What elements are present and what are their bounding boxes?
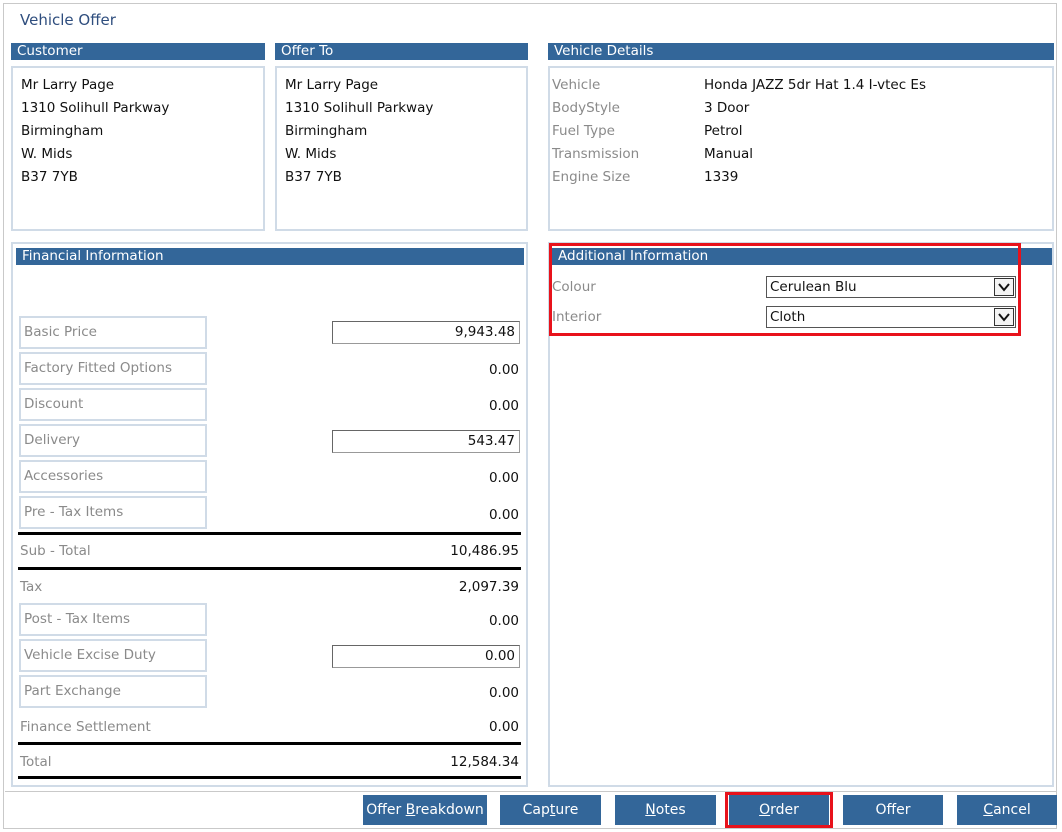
sub-total-value: 10,486.95 — [450, 543, 519, 559]
offer-to-city: Birmingham — [285, 123, 368, 139]
bodystyle-value: 3 Door — [704, 100, 750, 116]
sub-total-label: Sub - Total — [20, 543, 91, 559]
interior-select-value: Cloth — [770, 309, 806, 325]
factory-options-value: 0.00 — [488, 362, 519, 378]
offer-button[interactable]: Offer — [843, 795, 943, 825]
total-label: Total — [20, 754, 52, 770]
offer-to-header: Offer To — [275, 43, 528, 60]
part-exchange-label: Part Exchange — [19, 675, 207, 708]
vehicle-details-header: Vehicle Details — [548, 43, 1054, 60]
offer-to-panel: Mr Larry Page 1310 Solihull Parkway Birm… — [275, 66, 528, 231]
delivery-label: Delivery — [19, 424, 207, 457]
finance-settlement-label: Finance Settlement — [20, 719, 151, 735]
chevron-down-icon[interactable] — [994, 308, 1014, 326]
window-title: Vehicle Offer — [20, 11, 116, 29]
customer-city: Birmingham — [21, 123, 104, 139]
button-bar-divider — [5, 791, 1057, 792]
part-exchange-value: 0.00 — [488, 685, 519, 701]
bodystyle-label: BodyStyle — [552, 100, 620, 116]
excise-duty-input[interactable]: 0.00 — [332, 645, 520, 668]
engine-size-label: Engine Size — [552, 169, 631, 185]
customer-header: Customer — [11, 43, 265, 60]
accessories-value: 0.00 — [488, 470, 519, 486]
additional-header: Additional Information — [552, 248, 1052, 265]
colour-select[interactable]: Cerulean Blu — [766, 276, 1016, 298]
total-bottom-rule — [18, 776, 521, 779]
cancel-button[interactable]: Cancel — [957, 795, 1057, 825]
offer-breakdown-button[interactable]: Offer Breakdown — [363, 795, 487, 825]
finance-settlement-value: 0.00 — [488, 719, 519, 735]
post-tax-items-label: Post - Tax Items — [19, 603, 207, 636]
capture-button[interactable]: Capture — [500, 795, 601, 825]
customer-postcode: B37 7YB — [21, 169, 78, 185]
fuel-type-value: Petrol — [704, 123, 743, 139]
offer-to-address-line1: 1310 Solihull Parkway — [285, 100, 434, 116]
offer-to-postcode: B37 7YB — [285, 169, 342, 185]
engine-size-value: 1339 — [704, 169, 739, 185]
total-rule — [18, 742, 521, 745]
customer-name: Mr Larry Page — [21, 77, 115, 93]
excise-duty-label: Vehicle Excise Duty — [19, 639, 207, 672]
post-tax-items-value: 0.00 — [488, 613, 519, 629]
colour-select-value: Cerulean Blu — [770, 279, 857, 295]
basic-price-input[interactable]: 9,943.48 — [332, 321, 520, 344]
interior-label: Interior — [552, 309, 602, 325]
subtotal-rule — [18, 532, 521, 535]
factory-options-label: Factory Fitted Options — [19, 352, 207, 385]
colour-label: Colour — [552, 279, 596, 295]
subtotal-bottom-rule — [18, 567, 521, 570]
customer-county: W. Mids — [21, 146, 73, 162]
discount-label: Discount — [19, 388, 207, 421]
chevron-down-icon[interactable] — [994, 278, 1014, 296]
pre-tax-items-label: Pre - Tax Items — [19, 496, 207, 529]
vehicle-details-panel: Vehicle Honda JAZZ 5dr Hat 1.4 I-vtec Es… — [548, 66, 1054, 231]
transmission-value: Manual — [704, 146, 754, 162]
vehicle-value: Honda JAZZ 5dr Hat 1.4 I-vtec Es — [704, 77, 926, 93]
delivery-input[interactable]: 543.47 — [332, 430, 520, 453]
customer-panel: Mr Larry Page 1310 Solihull Parkway Birm… — [11, 66, 265, 231]
financial-header: Financial Information — [16, 248, 524, 265]
interior-select[interactable]: Cloth — [766, 306, 1016, 328]
offer-to-name: Mr Larry Page — [285, 77, 379, 93]
notes-button[interactable]: Notes — [615, 795, 716, 825]
transmission-label: Transmission — [552, 146, 640, 162]
total-value: 12,584.34 — [450, 754, 519, 770]
basic-price-label: Basic Price — [19, 316, 207, 349]
tax-value: 2,097.39 — [458, 579, 519, 595]
tax-label: Tax — [20, 579, 43, 595]
pre-tax-items-value: 0.00 — [488, 507, 519, 523]
order-button[interactable]: Order — [729, 795, 829, 825]
offer-to-county: W. Mids — [285, 146, 337, 162]
discount-value: 0.00 — [488, 398, 519, 414]
customer-address-line1: 1310 Solihull Parkway — [21, 100, 170, 116]
fuel-type-label: Fuel Type — [552, 123, 615, 139]
vehicle-label: Vehicle — [552, 77, 601, 93]
accessories-label: Accessories — [19, 460, 207, 493]
